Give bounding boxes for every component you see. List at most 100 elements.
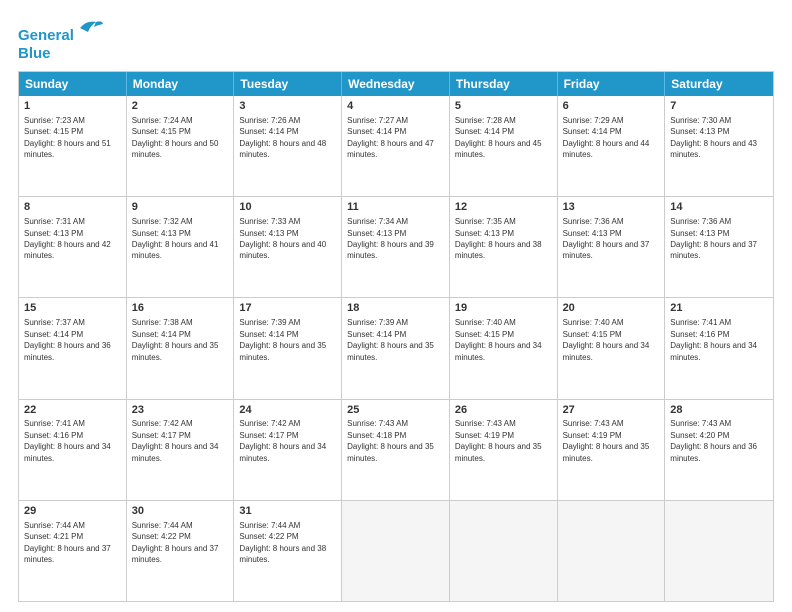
cell-info: Sunrise: 7:39 AMSunset: 4:14 PMDaylight:…: [347, 318, 434, 361]
cell-info: Sunrise: 7:40 AMSunset: 4:15 PMDaylight:…: [563, 318, 650, 361]
cell-info: Sunrise: 7:44 AMSunset: 4:22 PMDaylight:…: [239, 521, 326, 564]
cell-info: Sunrise: 7:43 AMSunset: 4:18 PMDaylight:…: [347, 419, 434, 462]
day-number: 19: [455, 301, 552, 316]
calendar-cell: 11 Sunrise: 7:34 AMSunset: 4:13 PMDaylig…: [342, 197, 450, 297]
calendar-body: 1 Sunrise: 7:23 AMSunset: 4:15 PMDayligh…: [19, 96, 773, 601]
calendar-header-day: Sunday: [19, 72, 127, 96]
cell-info: Sunrise: 7:28 AMSunset: 4:14 PMDaylight:…: [455, 116, 542, 159]
calendar-cell: [665, 501, 773, 601]
day-number: 23: [132, 403, 229, 418]
calendar-cell: 30 Sunrise: 7:44 AMSunset: 4:22 PMDaylig…: [127, 501, 235, 601]
calendar-cell: 13 Sunrise: 7:36 AMSunset: 4:13 PMDaylig…: [558, 197, 666, 297]
day-number: 20: [563, 301, 660, 316]
calendar-week-row: 15 Sunrise: 7:37 AMSunset: 4:14 PMDaylig…: [19, 297, 773, 398]
calendar-cell: 7 Sunrise: 7:30 AMSunset: 4:13 PMDayligh…: [665, 96, 773, 196]
day-number: 18: [347, 301, 444, 316]
logo-text: General Blue: [18, 18, 104, 63]
cell-info: Sunrise: 7:38 AMSunset: 4:14 PMDaylight:…: [132, 318, 219, 361]
cell-info: Sunrise: 7:42 AMSunset: 4:17 PMDaylight:…: [132, 419, 219, 462]
calendar-week-row: 22 Sunrise: 7:41 AMSunset: 4:16 PMDaylig…: [19, 399, 773, 500]
day-number: 22: [24, 403, 121, 418]
cell-info: Sunrise: 7:30 AMSunset: 4:13 PMDaylight:…: [670, 116, 757, 159]
page: General Blue SundayMondayTuesdayWednesda…: [0, 0, 792, 612]
calendar-cell: 10 Sunrise: 7:33 AMSunset: 4:13 PMDaylig…: [234, 197, 342, 297]
logo-general: General: [18, 27, 74, 44]
day-number: 21: [670, 301, 768, 316]
cell-info: Sunrise: 7:42 AMSunset: 4:17 PMDaylight:…: [239, 419, 326, 462]
calendar-cell: [342, 501, 450, 601]
cell-info: Sunrise: 7:23 AMSunset: 4:15 PMDaylight:…: [24, 116, 111, 159]
cell-info: Sunrise: 7:35 AMSunset: 4:13 PMDaylight:…: [455, 217, 542, 260]
calendar-cell: 2 Sunrise: 7:24 AMSunset: 4:15 PMDayligh…: [127, 96, 235, 196]
day-number: 2: [132, 99, 229, 114]
cell-info: Sunrise: 7:44 AMSunset: 4:21 PMDaylight:…: [24, 521, 111, 564]
day-number: 27: [563, 403, 660, 418]
cell-info: Sunrise: 7:34 AMSunset: 4:13 PMDaylight:…: [347, 217, 434, 260]
day-number: 15: [24, 301, 121, 316]
day-number: 10: [239, 200, 336, 215]
calendar-header-day: Tuesday: [234, 72, 342, 96]
cell-info: Sunrise: 7:40 AMSunset: 4:15 PMDaylight:…: [455, 318, 542, 361]
day-number: 24: [239, 403, 336, 418]
calendar-cell: 23 Sunrise: 7:42 AMSunset: 4:17 PMDaylig…: [127, 400, 235, 500]
calendar-cell: 6 Sunrise: 7:29 AMSunset: 4:14 PMDayligh…: [558, 96, 666, 196]
logo-blue: Blue: [18, 45, 51, 62]
logo-bird-icon: [76, 18, 104, 40]
calendar-cell: 12 Sunrise: 7:35 AMSunset: 4:13 PMDaylig…: [450, 197, 558, 297]
logo: General Blue: [18, 18, 104, 63]
calendar-cell: 8 Sunrise: 7:31 AMSunset: 4:13 PMDayligh…: [19, 197, 127, 297]
day-number: 6: [563, 99, 660, 114]
day-number: 13: [563, 200, 660, 215]
day-number: 14: [670, 200, 768, 215]
cell-info: Sunrise: 7:44 AMSunset: 4:22 PMDaylight:…: [132, 521, 219, 564]
calendar-week-row: 1 Sunrise: 7:23 AMSunset: 4:15 PMDayligh…: [19, 96, 773, 196]
day-number: 16: [132, 301, 229, 316]
cell-info: Sunrise: 7:43 AMSunset: 4:19 PMDaylight:…: [455, 419, 542, 462]
cell-info: Sunrise: 7:24 AMSunset: 4:15 PMDaylight:…: [132, 116, 219, 159]
header: General Blue: [18, 18, 774, 63]
calendar-cell: 26 Sunrise: 7:43 AMSunset: 4:19 PMDaylig…: [450, 400, 558, 500]
day-number: 25: [347, 403, 444, 418]
day-number: 12: [455, 200, 552, 215]
calendar-week-row: 29 Sunrise: 7:44 AMSunset: 4:21 PMDaylig…: [19, 500, 773, 601]
calendar-cell: 9 Sunrise: 7:32 AMSunset: 4:13 PMDayligh…: [127, 197, 235, 297]
calendar: SundayMondayTuesdayWednesdayThursdayFrid…: [18, 71, 774, 602]
cell-info: Sunrise: 7:33 AMSunset: 4:13 PMDaylight:…: [239, 217, 326, 260]
cell-info: Sunrise: 7:37 AMSunset: 4:14 PMDaylight:…: [24, 318, 111, 361]
calendar-header: SundayMondayTuesdayWednesdayThursdayFrid…: [19, 72, 773, 96]
day-number: 3: [239, 99, 336, 114]
cell-info: Sunrise: 7:36 AMSunset: 4:13 PMDaylight:…: [670, 217, 757, 260]
calendar-cell: 18 Sunrise: 7:39 AMSunset: 4:14 PMDaylig…: [342, 298, 450, 398]
calendar-header-day: Wednesday: [342, 72, 450, 96]
day-number: 8: [24, 200, 121, 215]
cell-info: Sunrise: 7:39 AMSunset: 4:14 PMDaylight:…: [239, 318, 326, 361]
calendar-cell: 31 Sunrise: 7:44 AMSunset: 4:22 PMDaylig…: [234, 501, 342, 601]
calendar-cell: 28 Sunrise: 7:43 AMSunset: 4:20 PMDaylig…: [665, 400, 773, 500]
calendar-cell: 5 Sunrise: 7:28 AMSunset: 4:14 PMDayligh…: [450, 96, 558, 196]
calendar-cell: 22 Sunrise: 7:41 AMSunset: 4:16 PMDaylig…: [19, 400, 127, 500]
calendar-cell: 16 Sunrise: 7:38 AMSunset: 4:14 PMDaylig…: [127, 298, 235, 398]
calendar-week-row: 8 Sunrise: 7:31 AMSunset: 4:13 PMDayligh…: [19, 196, 773, 297]
calendar-header-day: Thursday: [450, 72, 558, 96]
day-number: 28: [670, 403, 768, 418]
calendar-cell: 29 Sunrise: 7:44 AMSunset: 4:21 PMDaylig…: [19, 501, 127, 601]
day-number: 17: [239, 301, 336, 316]
cell-info: Sunrise: 7:41 AMSunset: 4:16 PMDaylight:…: [670, 318, 757, 361]
calendar-cell: 25 Sunrise: 7:43 AMSunset: 4:18 PMDaylig…: [342, 400, 450, 500]
day-number: 31: [239, 504, 336, 519]
day-number: 30: [132, 504, 229, 519]
day-number: 11: [347, 200, 444, 215]
calendar-cell: 15 Sunrise: 7:37 AMSunset: 4:14 PMDaylig…: [19, 298, 127, 398]
day-number: 26: [455, 403, 552, 418]
cell-info: Sunrise: 7:31 AMSunset: 4:13 PMDaylight:…: [24, 217, 111, 260]
calendar-cell: 27 Sunrise: 7:43 AMSunset: 4:19 PMDaylig…: [558, 400, 666, 500]
calendar-header-day: Saturday: [665, 72, 773, 96]
calendar-header-day: Friday: [558, 72, 666, 96]
cell-info: Sunrise: 7:29 AMSunset: 4:14 PMDaylight:…: [563, 116, 650, 159]
day-number: 7: [670, 99, 768, 114]
cell-info: Sunrise: 7:43 AMSunset: 4:19 PMDaylight:…: [563, 419, 650, 462]
calendar-cell: 19 Sunrise: 7:40 AMSunset: 4:15 PMDaylig…: [450, 298, 558, 398]
calendar-cell: [558, 501, 666, 601]
calendar-cell: 1 Sunrise: 7:23 AMSunset: 4:15 PMDayligh…: [19, 96, 127, 196]
cell-info: Sunrise: 7:32 AMSunset: 4:13 PMDaylight:…: [132, 217, 219, 260]
